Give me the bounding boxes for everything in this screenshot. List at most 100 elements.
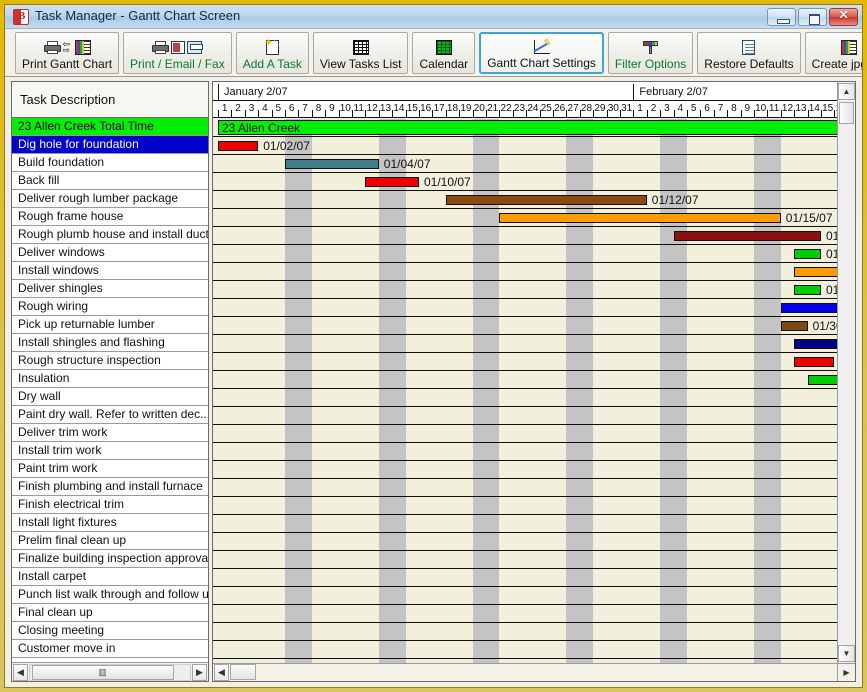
gantt-row[interactable] <box>213 317 837 335</box>
task-row[interactable]: 23 Allen Creek Total Time <box>12 118 208 136</box>
filter-options-button[interactable]: Filter Options <box>608 32 693 74</box>
gantt-vscroll-thumb[interactable] <box>839 102 854 124</box>
task-row[interactable]: Rough structure inspection <box>12 352 208 370</box>
task-list-scroll-thumb[interactable]: ▥ <box>32 665 174 680</box>
gantt-hscroll-thumb[interactable] <box>230 664 256 680</box>
print-gantt-chart-button[interactable]: ⇦⇨ Print Gantt Chart <box>15 32 119 74</box>
task-row[interactable]: Final clean up <box>12 604 208 622</box>
gantt-bar[interactable] <box>794 285 821 295</box>
gantt-row[interactable] <box>213 587 837 605</box>
task-row[interactable]: Rough frame house <box>12 208 208 226</box>
task-row[interactable]: Build foundation <box>12 154 208 172</box>
print-email-fax-button[interactable]: Print / Email / Fax <box>123 32 232 74</box>
task-row[interactable]: Deliver rough lumber package <box>12 190 208 208</box>
task-row[interactable]: Paint dry wall. Refer to written dec... <box>12 406 208 424</box>
gantt-scroll-down-button[interactable]: ▼ <box>838 645 855 662</box>
gantt-bar[interactable] <box>794 249 821 259</box>
gantt-row[interactable] <box>213 515 837 533</box>
gantt-row[interactable] <box>213 551 837 569</box>
gantt-row[interactable] <box>213 389 837 407</box>
gantt-grid[interactable]: 23 Allen Creek01/02/0701/04/0701/10/0701… <box>213 119 837 663</box>
task-row[interactable]: Install light fixtures <box>12 514 208 532</box>
gantt-row[interactable] <box>213 533 837 551</box>
restore-defaults-button[interactable]: Restore Defaults <box>697 32 800 74</box>
close-button[interactable] <box>829 8 858 26</box>
gantt-row[interactable] <box>213 335 837 353</box>
gantt-row[interactable] <box>213 407 837 425</box>
task-list-scroll-right-button[interactable]: ▶ <box>192 664 207 681</box>
gantt-hscrollbar[interactable]: ◀ <box>213 663 837 681</box>
gantt-bar[interactable] <box>794 339 837 349</box>
maximize-button[interactable] <box>798 8 827 26</box>
task-list-hscrollbar[interactable]: ◀ ▥ ▶ <box>12 662 208 681</box>
gantt-row[interactable] <box>213 353 837 371</box>
create-jpg-file-button[interactable]: Create jpg file <box>805 32 863 74</box>
gantt-row[interactable] <box>213 263 837 281</box>
task-row[interactable]: Install carpet <box>12 568 208 586</box>
gantt-row[interactable] <box>213 479 837 497</box>
gantt-scroll-corner[interactable]: ▶ <box>837 663 855 681</box>
gantt-row[interactable] <box>213 605 837 623</box>
day-tick-label: 12 <box>365 101 378 118</box>
gantt-bar[interactable] <box>794 267 837 277</box>
gantt-bar[interactable] <box>781 321 808 331</box>
task-row[interactable]: Rough wiring <box>12 298 208 316</box>
gantt-row[interactable] <box>213 245 837 263</box>
task-row[interactable]: Punch list walk through and follow up <box>12 586 208 604</box>
task-row[interactable]: Insulation <box>12 370 208 388</box>
gantt-row[interactable] <box>213 173 837 191</box>
gantt-row[interactable] <box>213 371 837 389</box>
gantt-vscrollbar[interactable]: ▲ ▼ <box>837 82 855 663</box>
gantt-bar[interactable] <box>285 159 379 169</box>
gantt-row[interactable] <box>213 443 837 461</box>
task-row[interactable]: Dig hole for foundation <box>12 136 208 154</box>
gantt-bar[interactable] <box>674 231 821 241</box>
view-tasks-list-button[interactable]: View Tasks List <box>313 32 409 74</box>
gantt-bar[interactable] <box>446 195 647 205</box>
task-row[interactable]: Deliver trim work <box>12 424 208 442</box>
task-row[interactable]: Finish electrical trim <box>12 496 208 514</box>
gantt-row[interactable] <box>213 641 837 659</box>
task-row[interactable]: Back fill <box>12 172 208 190</box>
task-row[interactable]: Paint trim work <box>12 460 208 478</box>
gantt-bar[interactable] <box>218 120 837 135</box>
day-tick-mark <box>607 110 608 117</box>
gantt-row[interactable] <box>213 461 837 479</box>
task-row[interactable]: Customer move in <box>12 640 208 658</box>
gantt-row[interactable] <box>213 623 837 641</box>
gantt-scroll-up-button[interactable]: ▲ <box>838 83 855 100</box>
task-row[interactable]: Finalize building inspection approval <box>12 550 208 568</box>
task-list-scroll-track[interactable]: ▥ <box>29 664 191 681</box>
task-row[interactable]: Finish plumbing and install furnace <box>12 478 208 496</box>
gantt-row[interactable] <box>213 497 837 515</box>
task-row[interactable]: Rough plumb house and install duct... <box>12 226 208 244</box>
calendar-button[interactable]: Calendar <box>412 32 475 74</box>
task-row[interactable]: Pick up returnable lumber <box>12 316 208 334</box>
add-a-task-button[interactable]: ✦ Add A Task <box>236 32 309 74</box>
gantt-bar[interactable] <box>794 357 834 367</box>
gantt-row[interactable] <box>213 299 837 317</box>
minimize-button[interactable] <box>767 8 796 26</box>
gantt-scroll-left-button[interactable]: ◀ <box>214 664 229 681</box>
gantt-row[interactable] <box>213 425 837 443</box>
task-row[interactable]: Deliver shingles <box>12 280 208 298</box>
task-row[interactable]: Install windows <box>12 262 208 280</box>
gantt-bar[interactable] <box>808 375 837 385</box>
task-row[interactable]: Install shingles and flashing <box>12 334 208 352</box>
task-list-scroll-left-button[interactable]: ◀ <box>13 664 28 681</box>
gantt-row[interactable] <box>213 281 837 299</box>
gantt-bar[interactable] <box>499 213 780 223</box>
task-row[interactable]: Closing meeting <box>12 622 208 640</box>
gantt-chart-settings-button[interactable]: ✎ Gantt Chart Settings <box>479 32 604 74</box>
gantt-bar[interactable] <box>218 141 258 151</box>
task-row-label: Back fill <box>18 173 59 187</box>
gantt-bar[interactable] <box>781 303 837 313</box>
task-row[interactable]: Prelim final clean up <box>12 532 208 550</box>
calendar-label: Calendar <box>419 57 468 71</box>
gantt-bar[interactable] <box>365 177 419 187</box>
task-row-label: Deliver rough lumber package <box>18 191 178 205</box>
task-row[interactable]: Deliver windows <box>12 244 208 262</box>
task-row[interactable]: Dry wall <box>12 388 208 406</box>
task-row[interactable]: Install trim work <box>12 442 208 460</box>
gantt-row[interactable] <box>213 569 837 587</box>
